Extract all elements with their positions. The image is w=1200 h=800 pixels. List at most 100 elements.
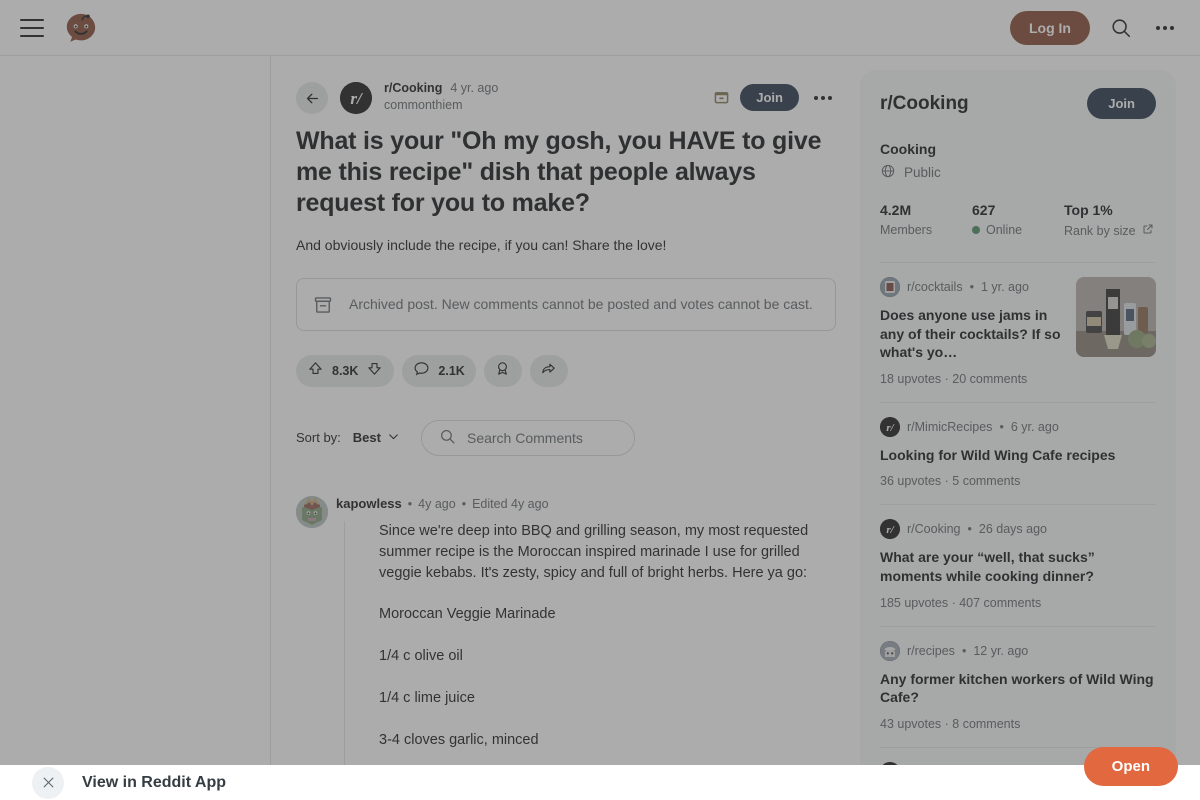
post-overflow-icon[interactable]: [810, 85, 836, 111]
sidebar-post-dot: •: [967, 522, 972, 537]
comment-edited: Edited 4y ago: [472, 496, 549, 511]
stat-members: 4.2M Members: [880, 202, 972, 238]
sidebar-visibility-label: Public: [904, 165, 941, 180]
comment-age: 4y ago: [418, 496, 456, 511]
sidebar-post-stats: 185 upvotes · 407 comments: [880, 595, 1042, 610]
main-post-column: r/ r/Cooking 4 yr. ago commonthiem Join …: [272, 56, 860, 800]
sidebar-post-item[interactable]: r/cocktails • 1 yr. ago Does anyone use …: [880, 262, 1156, 402]
stat-rank-label: Rank by size: [1064, 223, 1136, 238]
comment-avatar[interactable]: [296, 495, 328, 528]
top-navigation-bar: Log In: [0, 0, 1200, 56]
hamburger-menu-icon[interactable]: [20, 18, 44, 37]
screen-root: Log In r/ r/Cooking 4 yr. ago commonthie…: [0, 0, 1200, 800]
award-ribbon-icon: [494, 360, 511, 382]
sidebar-community-subtitle: Cooking: [880, 141, 936, 157]
back-arrow-icon[interactable]: [296, 82, 328, 114]
sidebar-post-age: 6 yr. ago: [1010, 419, 1059, 434]
page-content-dimmed: Log In r/ r/Cooking 4 yr. ago commonthie…: [0, 0, 1200, 800]
upvote-arrow-icon[interactable]: [307, 360, 324, 382]
comment-paragraph: 1/4 c olive oil: [379, 648, 463, 665]
downvote-arrow-icon[interactable]: [366, 360, 383, 382]
sidebar-post-stats: 36 upvotes · 5 comments: [880, 474, 1021, 489]
reddit-logo-icon[interactable]: [64, 11, 98, 45]
comments-pill[interactable]: 2.1K: [402, 354, 476, 387]
mod-shield-icon[interactable]: [714, 90, 729, 105]
stat-online-label: Online: [986, 223, 1023, 237]
svg-text:r/: r/: [886, 524, 894, 536]
sidebar-post-subreddit: r/MimicRecipes: [907, 419, 993, 434]
share-arrow-icon: [540, 360, 557, 382]
sidebar-post-item[interactable]: r/recipes • 12 yr. ago Any former kitche…: [880, 625, 1156, 747]
online-status-dot: [972, 226, 980, 234]
open-in-app-button[interactable]: Open: [1083, 747, 1178, 786]
comment-item: kapowless • 4y ago • Edited 4y ago Since…: [296, 495, 836, 800]
post-join-button[interactable]: Join: [740, 84, 799, 111]
sort-by-label: Sort by:: [296, 430, 341, 446]
comment-paragraph: 3-4 cloves garlic, minced: [379, 732, 539, 749]
sidebar-post-dot: •: [999, 419, 1004, 434]
sidebar-community-title: r/Cooking: [880, 92, 969, 114]
search-comments-placeholder: Search Comments: [466, 429, 583, 446]
archived-notice-text: Archived post. New comments cannot be po…: [349, 295, 813, 312]
overflow-menu-icon[interactable]: [1152, 15, 1178, 41]
archive-box-icon: [314, 297, 332, 313]
external-link-icon[interactable]: [1142, 223, 1154, 238]
search-icon[interactable]: [1108, 15, 1134, 41]
sidebar-post-stats: 18 upvotes · 20 comments: [880, 371, 1028, 386]
sidebar-header: r/Cooking Join: [880, 88, 1156, 119]
award-button[interactable]: [483, 354, 522, 387]
view-in-app-label: View in Reddit App: [82, 773, 227, 791]
comment-meta: kapowless • 4y ago • Edited 4y ago: [336, 496, 836, 511]
post-title: What is your "Oh my gosh, you HAVE to gi…: [296, 127, 822, 217]
sidebar-post-item[interactable]: r/ r/MimicRecipes • 6 yr. ago Looking fo…: [880, 401, 1156, 505]
comment-paragraph: Moroccan Veggie Marinade: [379, 606, 556, 623]
search-comments-input[interactable]: Search Comments: [420, 419, 635, 456]
sidebar-post-dot: •: [969, 280, 974, 294]
stat-rank: Top 1% Rank by size: [1064, 202, 1156, 238]
archived-notice: Archived post. New comments cannot be po…: [296, 277, 836, 331]
nav-right-group: Log In: [1010, 10, 1200, 45]
comment-separator-1: •: [407, 496, 413, 511]
stat-online: 627 Online: [972, 202, 1064, 238]
comment-author[interactable]: kapowless: [336, 496, 402, 511]
sidebar-post-title: Looking for Wild Wing Cafe recipes: [880, 446, 1116, 463]
post-action-bar: 8.3K 2.1K: [296, 354, 836, 387]
comment-separator-2: •: [461, 496, 467, 511]
post-header-actions: Join: [714, 80, 836, 111]
sidebar-post-dot: •: [961, 643, 967, 658]
subreddit-avatar[interactable]: r/: [340, 82, 372, 114]
sidebar-stats: 4.2M Members 627 Online Top 1% Rank by s…: [880, 202, 1156, 238]
sidebar-related-posts: r/cocktails • 1 yr. ago Does anyone use …: [880, 262, 1156, 800]
login-button[interactable]: Log In: [1010, 10, 1090, 45]
sidebar-post-title: What are your “well, that sucks” moments…: [880, 549, 1095, 585]
comment-bubble-icon: [413, 360, 430, 382]
share-button[interactable]: [529, 354, 568, 387]
sidebar-join-button[interactable]: Join: [1087, 88, 1156, 119]
comment-content: kapowless • 4y ago • Edited 4y ago Since…: [336, 496, 836, 800]
post-subreddit-link[interactable]: r/Cooking: [384, 81, 442, 95]
post-meta: r/Cooking 4 yr. ago commonthiem: [384, 80, 702, 112]
vote-score: 8.3K: [332, 363, 359, 378]
sidebar-post-item[interactable]: r/ r/Cooking • 26 days ago What are your…: [880, 504, 1156, 625]
reddit-snoo-avatar-icon: r/: [880, 519, 900, 540]
close-x-icon[interactable]: [32, 766, 64, 799]
sidebar-post-subreddit: r/recipes: [907, 643, 955, 658]
sidebar-post-thumbnail[interactable]: [1076, 277, 1156, 357]
sidebar-post-title: Any former kitchen workers of Wild Wing …: [880, 670, 1154, 706]
post-age: 4 yr. ago: [450, 81, 499, 95]
community-sidebar: r/Cooking Join Cooking Public 4.2M Membe…: [860, 70, 1176, 800]
comment-paragraph: Since we're deep into BBQ and grilling s…: [379, 522, 809, 581]
reddit-snoo-avatar-icon: r/: [880, 416, 900, 437]
stat-rank-value: Top 1%: [1064, 202, 1113, 218]
stat-members-value: 4.2M: [880, 202, 912, 218]
sidebar-visibility: Public: [880, 163, 1156, 182]
sort-by-dropdown[interactable]: Best: [353, 430, 400, 446]
comment-paragraph: 1/4 c lime juice: [379, 690, 475, 707]
post-author[interactable]: commonthiem: [384, 98, 702, 112]
sidebar-post-stats: 43 upvotes · 8 comments: [880, 716, 1021, 731]
chevron-down-icon: [387, 430, 400, 446]
globe-icon: [880, 163, 896, 182]
post-body-text: And obviously include the recipe, if you…: [296, 237, 667, 254]
vote-pill: 8.3K: [296, 354, 395, 387]
sidebar-post-subreddit: r/Cooking: [907, 522, 961, 537]
